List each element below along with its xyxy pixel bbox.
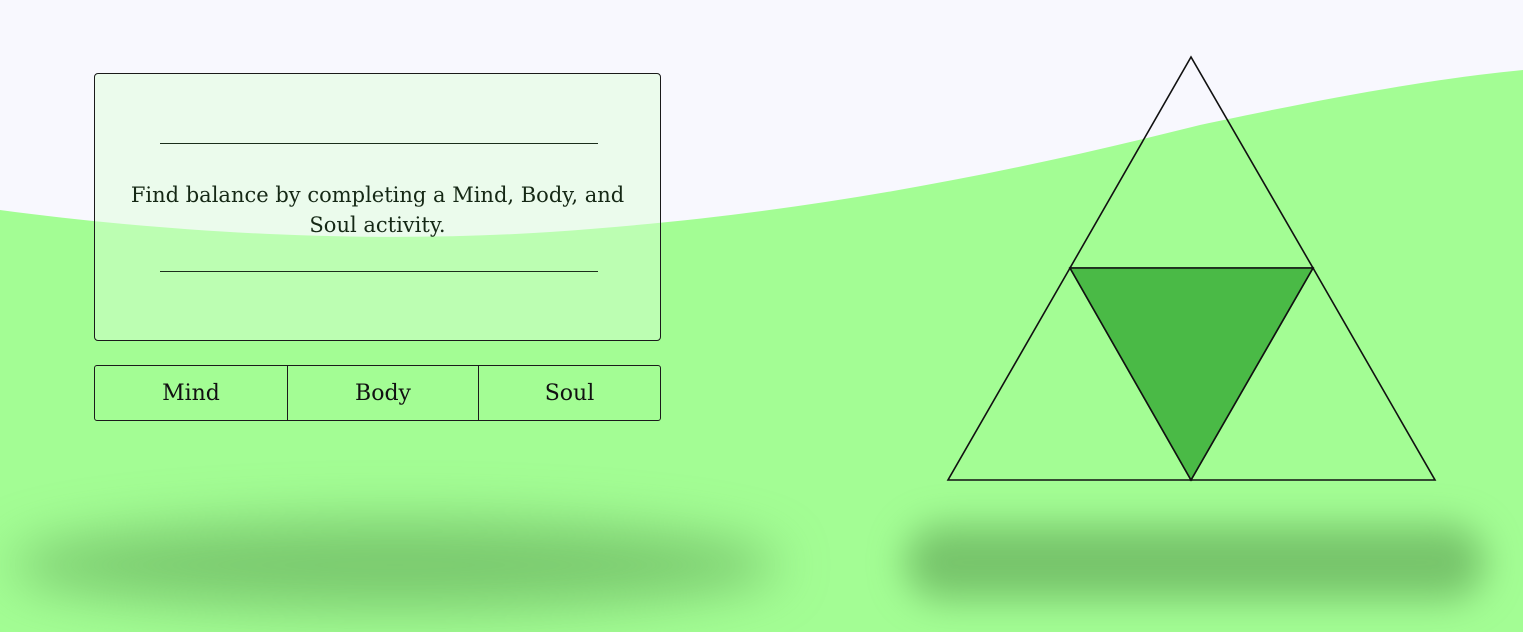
card-divider-bottom: [160, 271, 598, 272]
triforce-graphic: [946, 55, 1437, 482]
page: Find balance by completing a Mind, Body,…: [0, 0, 1523, 632]
triforce-segment-center[interactable]: [1068, 267, 1315, 482]
tab-mind[interactable]: Mind: [95, 366, 288, 420]
triforce-shadow: [905, 525, 1485, 600]
tab-soul[interactable]: Soul: [479, 366, 660, 420]
intro-message: Find balance by completing a Mind, Body,…: [130, 183, 625, 237]
activity-tabs: Mind Body Soul: [94, 365, 661, 421]
triforce-segment-top[interactable]: [1068, 55, 1315, 269]
tab-body[interactable]: Body: [288, 366, 479, 420]
intro-card: Find balance by completing a Mind, Body,…: [94, 73, 661, 341]
card-shadow: [10, 520, 780, 610]
card-divider-top: [160, 143, 598, 144]
